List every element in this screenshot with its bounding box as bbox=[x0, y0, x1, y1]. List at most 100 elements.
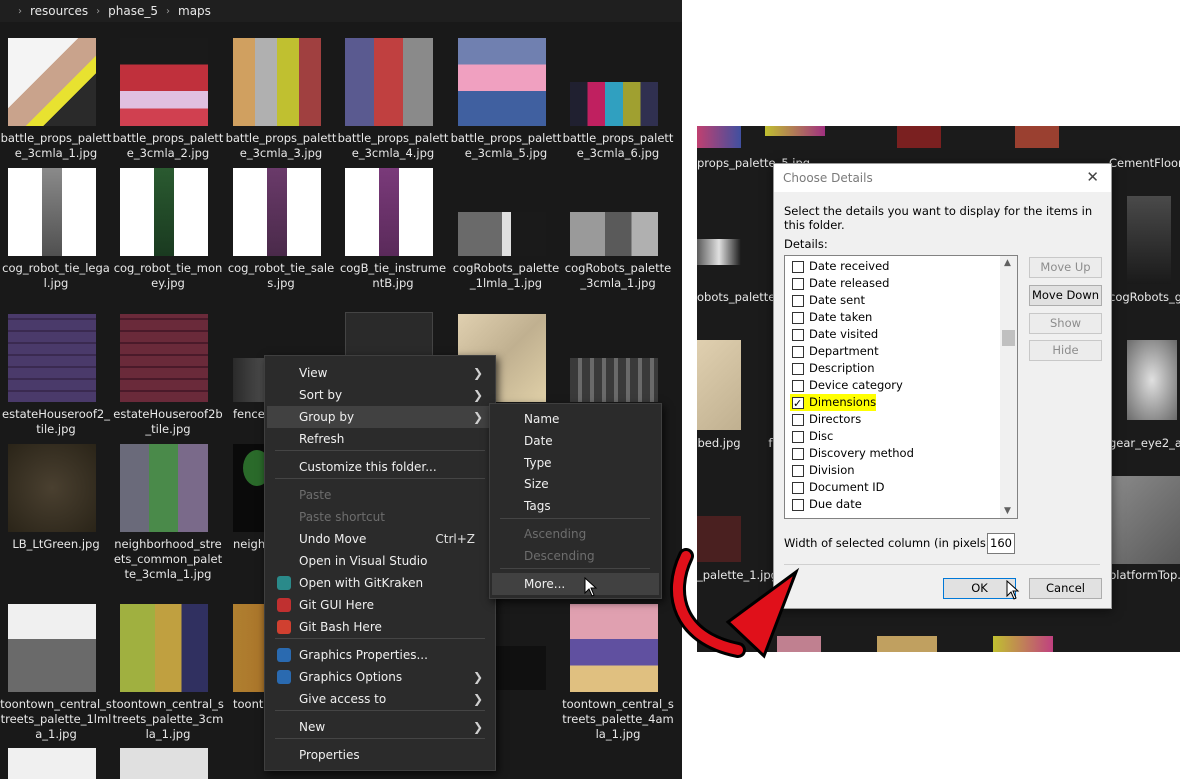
context-menu-item[interactable]: Group by ❯ bbox=[267, 406, 493, 428]
file-thumbnail bbox=[1109, 476, 1180, 564]
submenu-item[interactable]: Tags bbox=[492, 495, 659, 517]
file-tile[interactable]: battle_props_palette_3cmla_2.jpg bbox=[112, 38, 224, 168]
checkbox[interactable] bbox=[792, 329, 804, 341]
checkbox[interactable] bbox=[792, 414, 804, 426]
detail-list-item[interactable]: Description bbox=[790, 360, 875, 377]
close-icon[interactable]: ✕ bbox=[1086, 168, 1099, 186]
column-width-input[interactable]: 160 bbox=[987, 533, 1015, 554]
context-menu-item[interactable]: Give access to ❯ bbox=[267, 688, 493, 710]
detail-list-item[interactable]: Disc bbox=[790, 428, 833, 445]
file-thumbnail bbox=[8, 604, 96, 692]
checkbox[interactable] bbox=[792, 380, 804, 392]
detail-list-item[interactable]: Date received bbox=[790, 258, 889, 275]
file-tile[interactable]: battle_props_palette_3cmla_4.jpg bbox=[337, 38, 449, 168]
file-tile[interactable]: battle_props_palette_3cmla_1.jpg bbox=[0, 38, 112, 168]
details-list[interactable]: ▲ ▼ Date received Date released Date sent D… bbox=[784, 255, 1018, 519]
checkbox[interactable] bbox=[792, 465, 804, 477]
checkbox[interactable] bbox=[792, 278, 804, 290]
context-menu-item[interactable]: New ❯ bbox=[267, 716, 493, 738]
file-name: LB_LtGreen.jpg bbox=[12, 537, 100, 551]
file-tile[interactable]: toontown_central_streets_palette_1lmla_1… bbox=[0, 604, 112, 744]
context-menu-item[interactable]: Paste shortcut bbox=[267, 506, 493, 528]
context-menu-item[interactable]: Properties bbox=[267, 744, 493, 766]
file-thumbnail bbox=[8, 168, 96, 256]
detail-list-item[interactable]: Dimensions bbox=[790, 394, 876, 412]
file-tile[interactable]: battle_props_palette_3cmla_3.jpg bbox=[225, 38, 337, 168]
checkbox[interactable] bbox=[792, 261, 804, 273]
detail-list-item[interactable]: Division bbox=[790, 462, 855, 479]
file-tile[interactable]: battle_props_palette_3cmla_6.jpg bbox=[562, 82, 674, 168]
detail-list-item[interactable]: Date taken bbox=[790, 309, 872, 326]
submenu-item[interactable]: Type bbox=[492, 452, 659, 474]
file-tile[interactable]: neighborhood_streets_common_palette_3cml… bbox=[112, 444, 224, 604]
context-menu-item[interactable]: Sort by ❯ bbox=[267, 384, 493, 406]
checkbox[interactable] bbox=[792, 448, 804, 460]
detail-list-item[interactable]: Document ID bbox=[790, 479, 884, 496]
file-tile[interactable]: battle_props_palette_3cmla_5.jpg bbox=[450, 38, 562, 168]
context-menu-item[interactable]: Graphics Options ❯ bbox=[267, 666, 493, 688]
breadcrumb-phase5[interactable]: phase_5 bbox=[108, 4, 158, 18]
detail-list-item[interactable]: Due date bbox=[790, 496, 862, 513]
context-menu-item[interactable]: Customize this folder... bbox=[267, 456, 493, 478]
detail-list-item[interactable]: Directors bbox=[790, 411, 861, 428]
file-tile[interactable]: estateHouseroof2b_tile.jpg bbox=[112, 314, 224, 444]
list-scrollbar[interactable]: ▲ ▼ bbox=[1000, 256, 1017, 518]
context-menu-item[interactable]: Paste bbox=[267, 484, 493, 506]
file-tile[interactable]: toontown_central_streets_palette_3cmla_1… bbox=[112, 604, 224, 744]
file-tile[interactable]: cog_robot_tie_legal.jpg bbox=[0, 168, 112, 298]
breadcrumb-maps[interactable]: maps bbox=[178, 4, 211, 18]
detail-list-item[interactable]: Date sent bbox=[790, 292, 865, 309]
scroll-down-icon[interactable]: ▼ bbox=[1004, 506, 1011, 516]
breadcrumb-resources[interactable]: resources bbox=[30, 4, 88, 18]
context-menu-item[interactable]: Git GUI Here bbox=[267, 594, 493, 616]
submenu-item[interactable]: Date bbox=[492, 430, 659, 452]
file-tile[interactable]: LB_LtGreen.jpg bbox=[0, 444, 112, 559]
file-tile[interactable]: cogRobots_palette_3cmla_1.jpg bbox=[562, 212, 674, 298]
detail-list-item[interactable]: Discovery method bbox=[790, 445, 914, 462]
checkbox[interactable] bbox=[792, 499, 804, 511]
checkbox[interactable] bbox=[792, 431, 804, 443]
file-tile[interactable]: cog_robot_tie_money.jpg bbox=[112, 168, 224, 298]
submenu-item[interactable]: More... bbox=[492, 573, 659, 595]
scroll-up-icon[interactable]: ▲ bbox=[1004, 258, 1011, 268]
file-thumbnail bbox=[8, 444, 96, 532]
menu-separator bbox=[500, 518, 650, 519]
submenu-item[interactable]: Name bbox=[492, 408, 659, 430]
move-down-button[interactable]: Move Down bbox=[1029, 285, 1102, 306]
file-name: toontown_central_streets_palette_3cmla_1… bbox=[112, 697, 224, 741]
file-thumbnail bbox=[120, 444, 208, 532]
submenu-item[interactable]: Descending bbox=[492, 545, 659, 567]
context-menu-item[interactable]: View ❯ bbox=[267, 362, 493, 384]
context-menu-item[interactable]: Refresh bbox=[267, 428, 493, 450]
menu-item-label: View bbox=[299, 366, 328, 380]
context-menu-item[interactable]: Open with GitKraken bbox=[267, 572, 493, 594]
detail-list-item[interactable]: Department bbox=[790, 343, 879, 360]
context-menu-item[interactable]: Graphics Properties... bbox=[267, 644, 493, 666]
file-tile[interactable]: cog_robot_tie_sales.jpg bbox=[225, 168, 337, 298]
submenu-item[interactable]: Ascending bbox=[492, 523, 659, 545]
detail-list-item[interactable]: Date released bbox=[790, 275, 889, 292]
move-up-button[interactable]: Move Up bbox=[1029, 257, 1102, 278]
detail-list-item[interactable]: Device category bbox=[790, 377, 903, 394]
checkbox[interactable] bbox=[792, 395, 804, 412]
detail-list-item[interactable]: Date visited bbox=[790, 326, 878, 343]
breadcrumb: › resources › phase_5 › maps bbox=[0, 0, 682, 22]
file-tile[interactable]: toontown_central_streets_palette_4amla_1… bbox=[562, 604, 674, 744]
checkbox[interactable] bbox=[792, 312, 804, 324]
file-name: gear_eye2_a. bbox=[1109, 436, 1180, 450]
context-menu-item[interactable]: Open in Visual Studio bbox=[267, 550, 493, 572]
cancel-button[interactable]: Cancel bbox=[1029, 578, 1102, 599]
file-tile[interactable]: cogB_tie_instrumentB.jpg bbox=[337, 168, 449, 298]
scroll-thumb[interactable] bbox=[1002, 330, 1015, 346]
checkbox[interactable] bbox=[792, 295, 804, 307]
checkbox[interactable] bbox=[792, 363, 804, 375]
show-button[interactable]: Show bbox=[1029, 313, 1102, 334]
submenu-item[interactable]: Size bbox=[492, 473, 659, 495]
hide-button[interactable]: Hide bbox=[1029, 340, 1102, 361]
checkbox[interactable] bbox=[792, 346, 804, 358]
context-menu-item[interactable]: Git Bash Here bbox=[267, 616, 493, 638]
file-tile[interactable]: estateHouseroof2_tile.jpg bbox=[0, 314, 112, 444]
file-tile[interactable]: cogRobots_palette_1lmla_1.jpg bbox=[450, 212, 562, 298]
checkbox[interactable] bbox=[792, 482, 804, 494]
context-menu-item[interactable]: Undo Move Ctrl+Z bbox=[267, 528, 493, 550]
